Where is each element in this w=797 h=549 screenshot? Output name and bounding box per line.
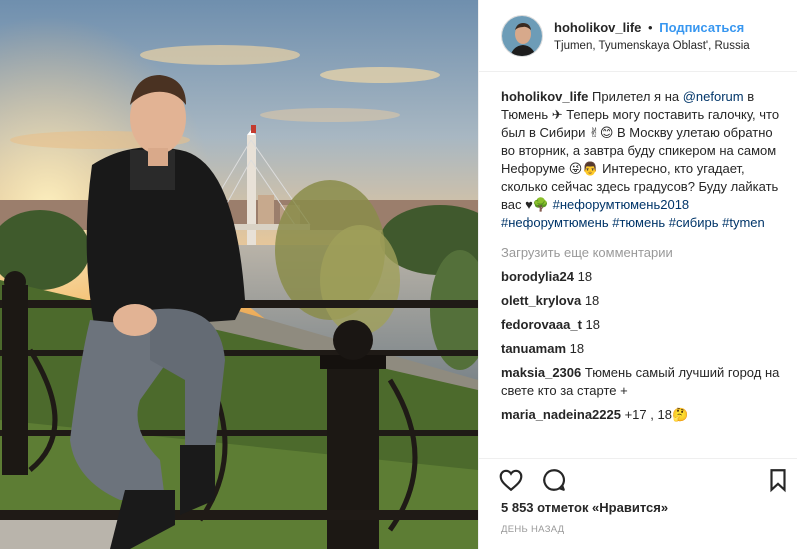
load-more-comments-button[interactable]: Загрузить еще комментарии bbox=[501, 244, 786, 262]
comment-item: fedorovaaa_t 18 bbox=[501, 316, 786, 334]
comment-item: olett_krylova 18 bbox=[501, 292, 786, 310]
post-sidebar: hoholikov_life • Подписаться Tjumen, Tyu… bbox=[478, 0, 797, 549]
comment-username[interactable]: fedorovaaa_t bbox=[501, 317, 582, 332]
comment-icon[interactable] bbox=[541, 467, 567, 493]
comment-username[interactable]: olett_krylova bbox=[501, 293, 581, 308]
header-line: hoholikov_life • Подписаться bbox=[554, 20, 744, 35]
comment-text: +17 , 18🤔 bbox=[624, 407, 689, 422]
hashtag[interactable]: #нефорумтюмень2018 bbox=[553, 197, 690, 212]
comment-text: 18 bbox=[584, 293, 600, 308]
header-username[interactable]: hoholikov_life bbox=[554, 20, 641, 35]
caption-text-1: Прилетел я на bbox=[588, 89, 683, 104]
comment-text: 18 bbox=[585, 317, 601, 332]
avatar[interactable] bbox=[501, 15, 543, 57]
post-timestamp[interactable]: ДЕНЬ НАЗАД bbox=[501, 524, 564, 535]
heart-icon[interactable] bbox=[498, 467, 524, 493]
hashtag[interactable]: #тюмень bbox=[612, 215, 665, 230]
hashtag[interactable]: #сибирь bbox=[669, 215, 719, 230]
caption-username[interactable]: hoholikov_life bbox=[501, 89, 588, 104]
caption-text-2: в Тюмень ✈ Теперь могу поставить галочку… bbox=[501, 89, 780, 212]
comment-item: borodylia24 18 bbox=[501, 268, 786, 286]
comments-section: hoholikov_life Прилетел я на @neforum в … bbox=[501, 88, 786, 458]
separator-dot: • bbox=[648, 20, 653, 35]
instagram-post: hoholikov_life • Подписаться Tjumen, Tyu… bbox=[0, 0, 797, 549]
location-link[interactable]: Tjumen, Tyumenskaya Oblast', Russia bbox=[554, 40, 750, 52]
action-bar: 5 853 отметок «Нравится» ДЕНЬ НАЗАД bbox=[479, 458, 797, 549]
comment-username[interactable]: borodylia24 bbox=[501, 269, 574, 284]
comment-text: 18 bbox=[569, 341, 585, 356]
post-caption: hoholikov_life Прилетел я на @neforum в … bbox=[501, 88, 786, 232]
photo-image bbox=[0, 0, 478, 549]
bookmark-icon[interactable] bbox=[765, 467, 791, 493]
comment-item: tanuamam 18 bbox=[501, 340, 786, 358]
hashtag[interactable]: #tymen bbox=[722, 215, 765, 230]
follow-button[interactable]: Подписаться bbox=[659, 20, 744, 35]
comment-text: 18 bbox=[577, 269, 593, 284]
post-photo[interactable] bbox=[0, 0, 478, 549]
comment-username[interactable]: maksia_2306 bbox=[501, 365, 581, 380]
caption-mention[interactable]: @neforum bbox=[683, 89, 744, 104]
hashtag[interactable]: #нефорумтюмень bbox=[501, 215, 609, 230]
likes-count[interactable]: 5 853 отметок «Нравится» bbox=[501, 500, 668, 515]
comment-username[interactable]: tanuamam bbox=[501, 341, 566, 356]
post-header: hoholikov_life • Подписаться Tjumen, Tyu… bbox=[479, 0, 797, 72]
avatar-image bbox=[502, 16, 542, 56]
comment-item: maria_nadeina2225 +17 , 18🤔 bbox=[501, 406, 786, 424]
comment-item: maksia_2306 Тюмень самый лучший город на… bbox=[501, 364, 786, 400]
comment-username[interactable]: maria_nadeina2225 bbox=[501, 407, 621, 422]
